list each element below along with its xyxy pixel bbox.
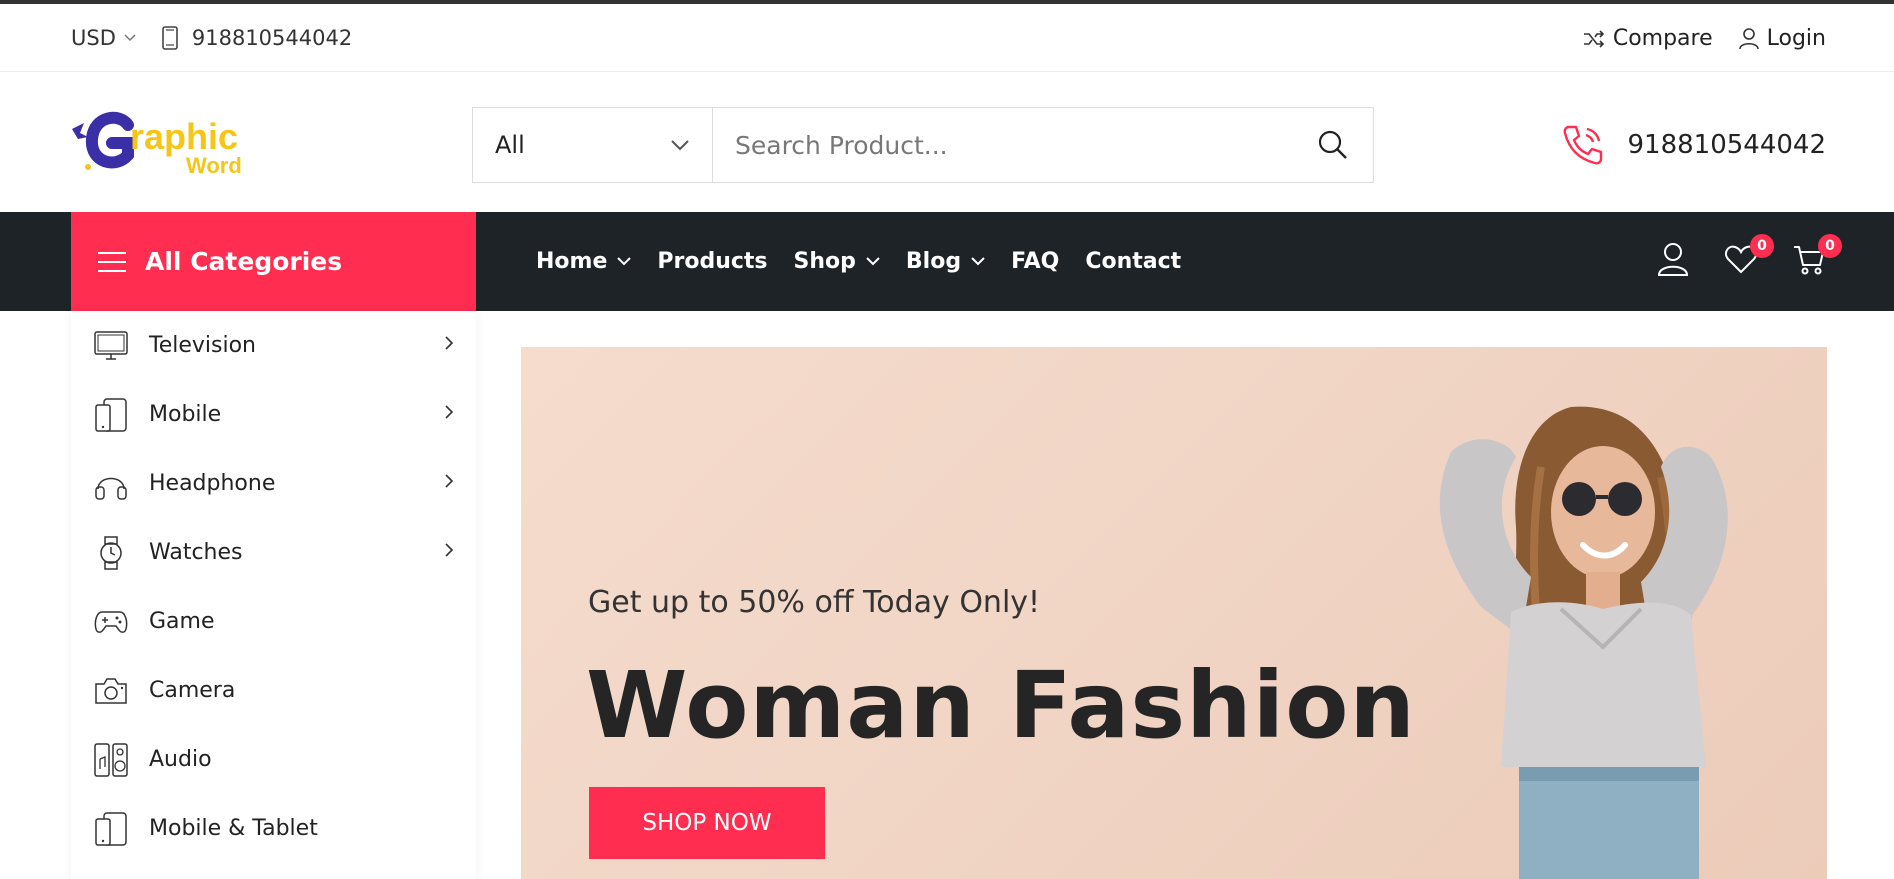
category-item-audio[interactable]: Audio	[71, 725, 476, 794]
nav-label-blog: Blog	[905, 249, 962, 274]
nav-icons: 0 0	[1656, 234, 1842, 276]
category-label: Watches	[149, 540, 243, 565]
search-category-select[interactable]: All	[473, 108, 713, 182]
chevron-down-icon	[617, 257, 632, 266]
compare-label: Compare	[1612, 26, 1713, 51]
shop-now-button[interactable]: SHOP NOW	[589, 787, 825, 859]
all-categories-label: All Categories	[145, 247, 343, 276]
user-icon	[1657, 243, 1689, 276]
camera-icon	[93, 673, 129, 709]
phone-call-icon	[1564, 125, 1603, 165]
hero-subtitle: Get up to 50% off Today Only!	[588, 585, 1041, 620]
graphic-word-logo: raphic Word	[72, 111, 242, 178]
category-label: Audio	[149, 747, 212, 772]
category-label: Camera	[149, 678, 236, 703]
chevron-right-icon	[445, 336, 454, 350]
category-item-television[interactable]: Television	[71, 311, 476, 380]
category-item-watches[interactable]: Watches	[71, 518, 476, 587]
login-label: Login	[1766, 26, 1826, 51]
hotline[interactable]: 918810544042	[1559, 121, 1826, 169]
chevron-down-icon	[971, 257, 985, 266]
nav-item-shop[interactable]: Shop	[794, 249, 880, 274]
hotline-number: 918810544042	[1627, 130, 1826, 160]
all-categories-button[interactable]: All Categories	[71, 212, 476, 311]
cart-count-badge: 0	[1818, 234, 1842, 258]
hero-model-image	[1439, 406, 1728, 879]
nav-item-blog[interactable]: Blog	[906, 249, 985, 274]
nav-label-home: Home	[536, 249, 608, 274]
nav-item-home[interactable]: Home	[536, 249, 632, 274]
search-button[interactable]	[1293, 108, 1373, 182]
category-label: Game	[149, 609, 215, 634]
site-logo[interactable]: raphic Word	[70, 109, 260, 183]
category-label: Mobile & Tablet	[149, 816, 318, 841]
hero-title: Woman Fashion	[586, 652, 1416, 759]
currency-label: USD	[71, 26, 116, 50]
category-label: Mobile	[149, 402, 222, 427]
nav-label-contact: Contact	[1085, 249, 1182, 274]
login-link[interactable]: Login	[1738, 26, 1826, 51]
wishlist-button[interactable]: 0	[1724, 234, 1774, 276]
nav-item-faq[interactable]: FAQ	[1011, 249, 1059, 274]
tv-icon	[93, 328, 129, 364]
category-sidebar: Television Mobile Headphone Watches Game…	[71, 311, 476, 879]
hamburger-icon	[98, 251, 126, 272]
user-icon	[1738, 27, 1759, 49]
category-item-camera[interactable]: Camera	[71, 656, 476, 725]
chevron-right-icon	[445, 474, 454, 488]
watch-icon	[93, 535, 129, 571]
nav-item-contact[interactable]: Contact	[1085, 249, 1181, 274]
search-bar: All	[472, 107, 1374, 183]
nav-label-shop: Shop	[793, 249, 856, 274]
hero-banner: Get up to 50% off Today Only! Woman Fash…	[521, 347, 1827, 879]
currency-selector[interactable]: USD	[71, 26, 136, 50]
mobile-icon	[93, 397, 129, 433]
tablet-icon	[93, 811, 129, 847]
phone-device-icon	[162, 26, 178, 50]
cart-button[interactable]: 0	[1792, 234, 1842, 276]
nav-item-products[interactable]: Products	[657, 249, 767, 274]
top-bar: USD 918810544042 Compare Login	[0, 4, 1894, 72]
chevron-down-icon	[671, 140, 689, 151]
top-bar-left: USD 918810544042	[71, 26, 352, 50]
account-button[interactable]	[1656, 242, 1690, 276]
category-label: Headphone	[149, 471, 276, 496]
speaker-icon	[93, 742, 129, 778]
search-input[interactable]	[713, 108, 1293, 182]
main-navbar: All Categories Home Products Shop Blog F…	[0, 212, 1894, 311]
nav-label-products: Products	[657, 249, 768, 274]
shuffle-icon	[1583, 29, 1604, 48]
category-item-game[interactable]: Game	[71, 587, 476, 656]
wishlist-count-badge: 0	[1750, 234, 1774, 258]
main-menu: Home Products Shop Blog FAQ Contact	[536, 212, 1181, 311]
logo-main-text: raphic	[130, 116, 238, 157]
chevron-down-icon	[866, 257, 880, 266]
compare-link[interactable]: Compare	[1583, 26, 1713, 51]
nav-label-faq: FAQ	[1011, 249, 1060, 274]
top-bar-right: Compare Login	[1583, 26, 1826, 51]
top-phone-number: 918810544042	[191, 26, 353, 50]
gamepad-icon	[93, 604, 129, 640]
search-category-value: All	[495, 131, 525, 159]
category-label: Television	[149, 333, 256, 358]
top-phone[interactable]: 918810544042	[162, 26, 352, 50]
category-item-headphone[interactable]: Headphone	[71, 449, 476, 518]
main-header: raphic Word All 918810544042	[0, 73, 1894, 211]
chevron-right-icon	[445, 543, 454, 557]
chevron-down-icon	[124, 34, 136, 42]
category-item-mobile[interactable]: Mobile	[71, 380, 476, 449]
headphone-icon	[93, 466, 129, 502]
category-item-mobile-tablet[interactable]: Mobile & Tablet	[71, 794, 476, 863]
search-icon	[1318, 130, 1347, 159]
logo-sub-text: Word	[186, 153, 242, 178]
chevron-right-icon	[445, 405, 454, 419]
